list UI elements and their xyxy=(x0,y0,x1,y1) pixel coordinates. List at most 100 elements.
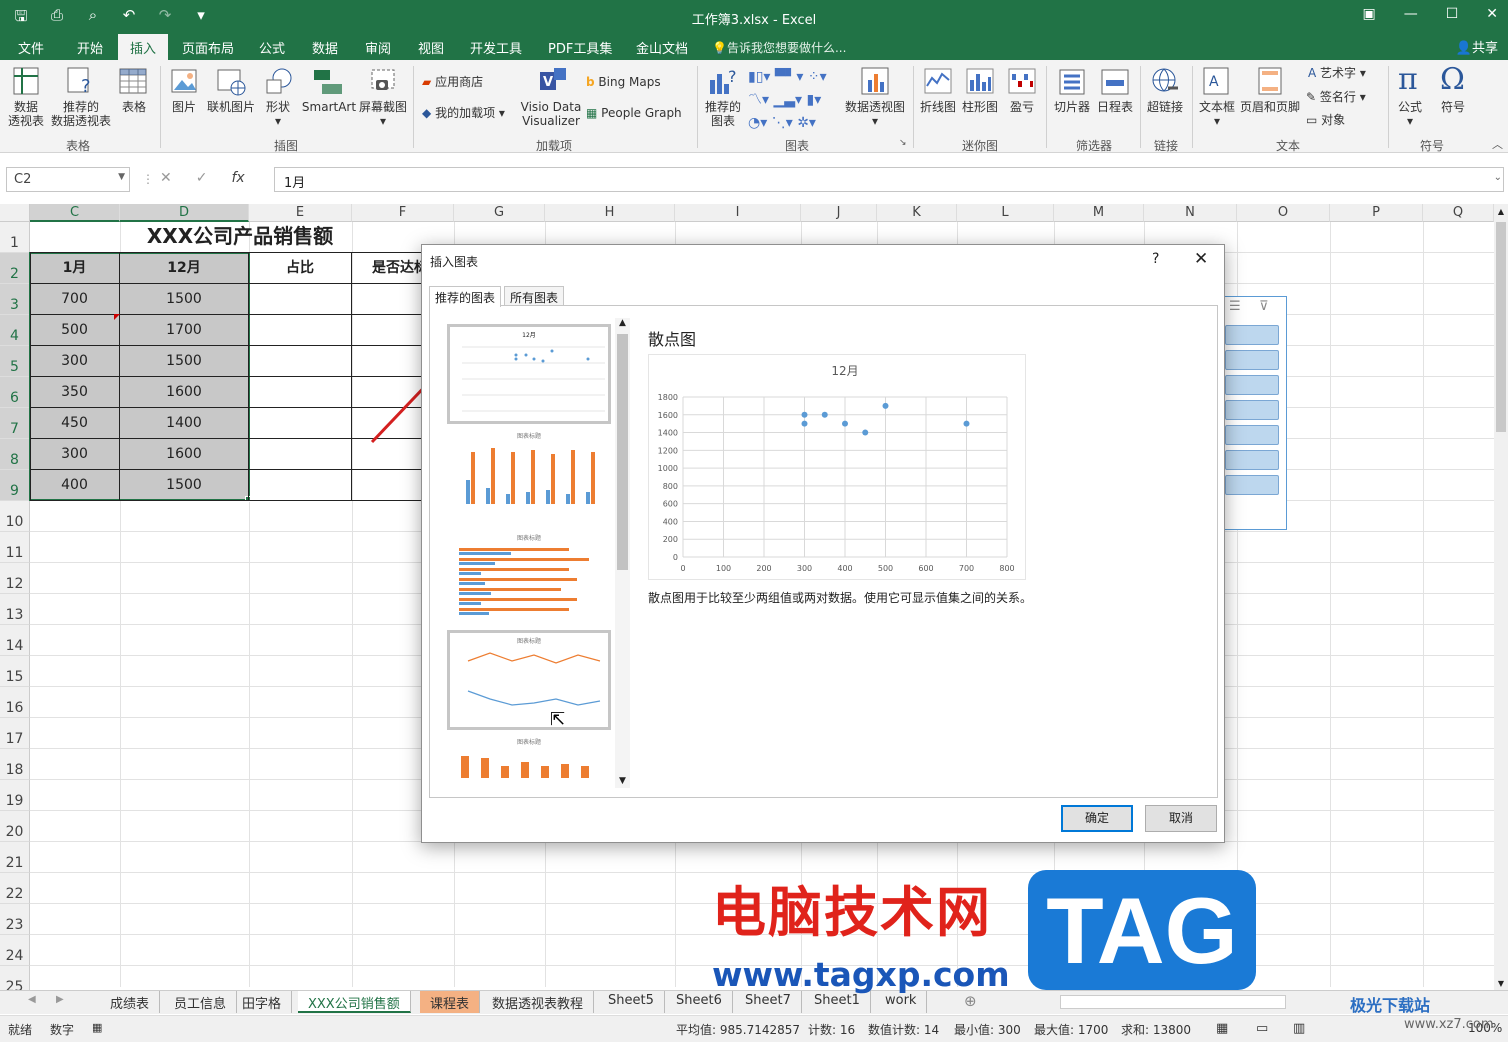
row-header-5[interactable]: 5 xyxy=(0,346,30,377)
winloss-sparkline-button[interactable]: 盈亏 xyxy=(1004,100,1040,114)
row-header-3[interactable]: 3 xyxy=(0,284,30,315)
tab-formulas[interactable]: 公式 xyxy=(259,38,285,57)
column-header-p[interactable]: P xyxy=(1330,204,1423,222)
pivot-chart-button[interactable]: 数据透视图 ▾ xyxy=(844,100,906,128)
expand-formula-icon[interactable]: ⌄ xyxy=(1494,172,1502,183)
thumbnail-scatter[interactable]: 12月 xyxy=(447,324,611,424)
scatter-chart-icon[interactable]: ⁘▾ xyxy=(808,69,827,85)
header-cell-jan[interactable]: 1月 xyxy=(30,253,119,284)
signature-line-button[interactable]: ✎ 签名行 ▾ xyxy=(1306,90,1366,104)
column-header-n[interactable]: N xyxy=(1144,204,1237,222)
tab-recommended-charts[interactable]: 推荐的图表 xyxy=(429,286,502,307)
sheet-tab[interactable]: 成绩表 xyxy=(100,991,161,1013)
ribbon-display-icon[interactable]: ▣ xyxy=(1362,6,1375,22)
row-header-18[interactable]: 18 xyxy=(0,749,30,780)
row-header-8[interactable]: 8 xyxy=(0,439,30,470)
column-header-k[interactable]: K xyxy=(877,204,957,222)
row-header-4[interactable]: 4 xyxy=(0,315,30,346)
cell-jan[interactable]: 500 xyxy=(30,315,119,346)
page-break-icon[interactable]: ▥ xyxy=(1293,1021,1305,1036)
column-header-i[interactable]: I xyxy=(675,204,801,222)
scroll-up-icon[interactable]: ▲ xyxy=(1494,207,1508,216)
sheet-title-cell[interactable]: XXX公司产品销售额 xyxy=(30,221,450,252)
row-header-9[interactable]: 9 xyxy=(0,470,30,501)
column-header-c[interactable]: C xyxy=(30,204,120,222)
line-chart-icon[interactable]: 〽▾ xyxy=(748,92,769,108)
scrollbar-thumb[interactable] xyxy=(1496,222,1506,432)
shapes-button[interactable]: 形状 ▾ xyxy=(262,100,294,128)
dialog-close-icon[interactable]: ✕ xyxy=(1194,249,1208,269)
cell-dec[interactable]: 1400 xyxy=(120,408,248,439)
row-header-7[interactable]: 7 xyxy=(0,408,30,439)
cell-dec[interactable]: 1500 xyxy=(120,470,248,501)
help-button[interactable]: ? xyxy=(1152,251,1159,267)
row-header-2[interactable]: 2 xyxy=(0,253,30,284)
scroll-up-icon[interactable]: ▲ xyxy=(615,318,630,328)
macro-record-icon[interactable]: ▦ xyxy=(92,1021,102,1034)
row-header-12[interactable]: 12 xyxy=(0,563,30,594)
minimize-icon[interactable]: — xyxy=(1404,6,1418,22)
enter-icon[interactable]: ✓ xyxy=(196,170,208,186)
column-sparkline-button[interactable]: 柱形图 xyxy=(960,100,1000,114)
sheet-tab[interactable]: 田字格 xyxy=(232,991,293,1013)
tab-data[interactable]: 数据 xyxy=(312,38,338,57)
sheet-tab[interactable]: 课程表 xyxy=(420,991,481,1013)
pictures-button[interactable]: 图片 xyxy=(168,100,200,114)
wordart-button[interactable]: A 艺术字 ▾ xyxy=(1308,66,1366,80)
surface-chart-icon[interactable]: ⋱▾ xyxy=(772,115,793,131)
hyperlink-button[interactable]: 超链接 xyxy=(1144,100,1186,114)
sheet-tab[interactable]: Sheet5 xyxy=(598,991,665,1013)
column-header-j[interactable]: J xyxy=(801,204,877,222)
cell-jan[interactable]: 300 xyxy=(30,439,119,470)
tab-review[interactable]: 审阅 xyxy=(365,38,391,57)
column-header-h[interactable]: H xyxy=(545,204,675,222)
page-layout-icon[interactable]: ▭ xyxy=(1256,1021,1268,1036)
pie-chart-icon[interactable]: ◔▾ xyxy=(748,115,767,131)
hierarchy-chart-icon[interactable]: ▀▘▾ xyxy=(775,69,804,85)
normal-view-icon[interactable]: ▦ xyxy=(1216,1021,1228,1036)
cell-jan[interactable]: 700 xyxy=(30,284,119,315)
clear-filter-icon[interactable]: ⊽ xyxy=(1259,299,1269,314)
sheet-tab[interactable]: 员工信息 xyxy=(164,991,238,1013)
row-header-10[interactable]: 10 xyxy=(0,501,30,532)
online-pictures-button[interactable]: 联机图片 xyxy=(205,100,257,114)
row-header-1[interactable]: 1 xyxy=(0,222,30,253)
recommended-pivot-button[interactable]: 推荐的 数据透视表 xyxy=(46,100,116,128)
scroll-down-icon[interactable]: ▼ xyxy=(1494,979,1508,988)
column-header-e[interactable]: E xyxy=(249,204,352,222)
column-header-l[interactable]: L xyxy=(957,204,1054,222)
cell-dec[interactable]: 1600 xyxy=(120,377,248,408)
row-header-19[interactable]: 19 xyxy=(0,780,30,811)
screenshot-button[interactable]: 屏幕截图 ▾ xyxy=(357,100,409,128)
row-header-11[interactable]: 11 xyxy=(0,532,30,563)
dialog-launcher-icon[interactable]: ↘ xyxy=(899,138,907,148)
vertical-scrollbar[interactable]: ▲ ▼ xyxy=(1494,204,1508,990)
table-button[interactable]: 表格 xyxy=(118,100,150,114)
cell-dec[interactable]: 1700 xyxy=(120,315,248,346)
header-footer-button[interactable]: 页眉和页脚 xyxy=(1238,100,1302,114)
tab-developer[interactable]: 开发工具 xyxy=(470,38,522,57)
add-sheet-icon[interactable]: ⊕ xyxy=(964,992,977,1010)
textbox-button[interactable]: 文本框 ▾ xyxy=(1196,100,1238,128)
slicer-item-button[interactable] xyxy=(1225,475,1279,495)
sheet-tab[interactable]: Sheet7 xyxy=(735,991,802,1013)
cell-dec[interactable]: 1600 xyxy=(120,439,248,470)
multi-select-icon[interactable]: ☰ xyxy=(1229,299,1241,314)
column-header-o[interactable]: O xyxy=(1237,204,1330,222)
row-header-14[interactable]: 14 xyxy=(0,625,30,656)
row-header-13[interactable]: 13 xyxy=(0,594,30,625)
cancel-button[interactable]: 取消 xyxy=(1145,805,1217,832)
tab-pdf-tools[interactable]: PDF工具集 xyxy=(548,38,612,57)
slicer-item-button[interactable] xyxy=(1225,325,1279,345)
thumbnail-scrollbar[interactable]: ▲ ▼ xyxy=(615,318,630,788)
cell-dec[interactable]: 1500 xyxy=(120,284,248,315)
maximize-icon[interactable]: ☐ xyxy=(1446,6,1459,22)
column-header-d[interactable]: D xyxy=(120,204,249,222)
close-icon[interactable]: ✕ xyxy=(1486,6,1498,22)
prev-sheet-icon[interactable]: ◀ xyxy=(28,994,36,1005)
recommended-charts-button[interactable]: 推荐的 图表 xyxy=(702,100,744,128)
row-header-6[interactable]: 6 xyxy=(0,377,30,408)
header-cell-dec[interactable]: 12月 xyxy=(120,253,248,284)
select-all-corner[interactable] xyxy=(0,204,30,222)
share-button[interactable]: 👤共享 xyxy=(1456,37,1498,56)
